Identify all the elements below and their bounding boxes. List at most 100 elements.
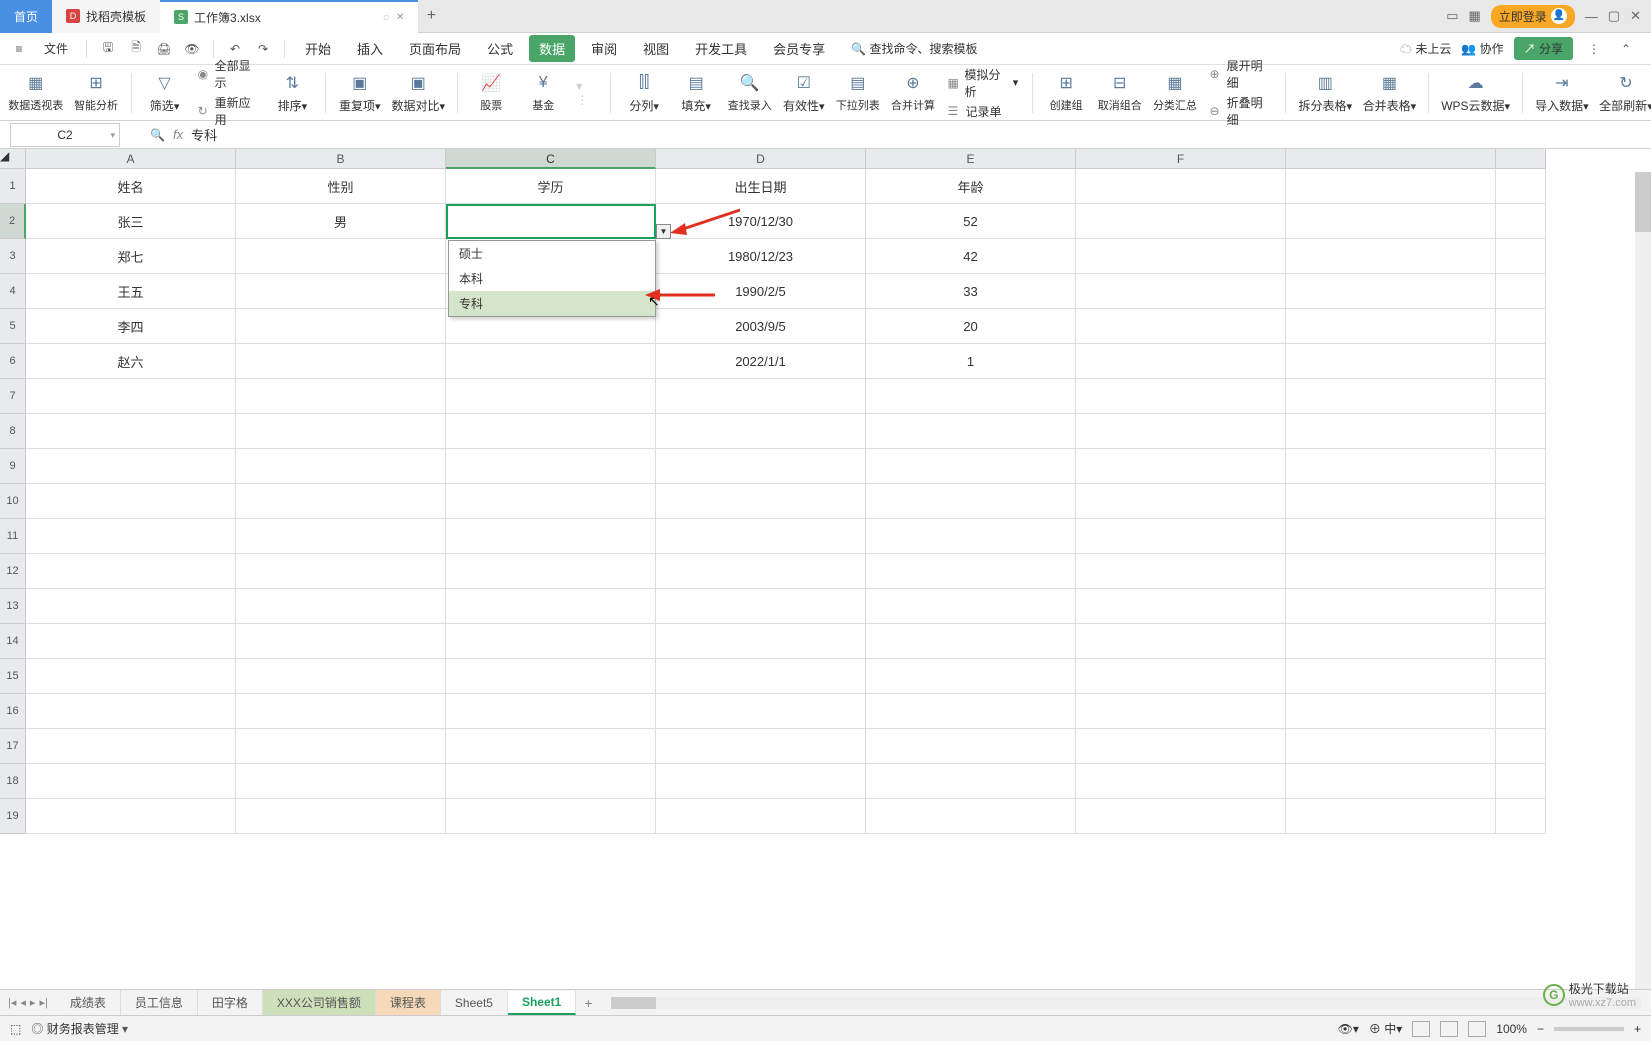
- row-header[interactable]: 15: [0, 659, 26, 694]
- sheet-nav-first[interactable]: |◂: [8, 996, 16, 1009]
- cell[interactable]: [1496, 659, 1546, 694]
- new-tab-button[interactable]: +: [418, 7, 444, 25]
- record-form-button[interactable]: ☰记录单: [948, 103, 1019, 120]
- cell[interactable]: 2003/9/5: [656, 309, 866, 344]
- cell[interactable]: [1286, 799, 1496, 834]
- cell[interactable]: [1496, 484, 1546, 519]
- fund-button[interactable]: ¥基金: [524, 72, 562, 113]
- row-header[interactable]: 12: [0, 554, 26, 589]
- cell[interactable]: [1076, 239, 1286, 274]
- cell[interactable]: [1076, 169, 1286, 204]
- cell[interactable]: [656, 764, 866, 799]
- merge-table-button[interactable]: ▦合并表格▾: [1364, 72, 1414, 114]
- col-header-A[interactable]: A: [26, 149, 236, 169]
- cell[interactable]: 33: [866, 274, 1076, 309]
- show-all-button[interactable]: ◉全部显示: [198, 57, 260, 91]
- col-header-F[interactable]: F: [1076, 149, 1286, 169]
- sheet-tab-active[interactable]: Sheet1: [508, 991, 576, 1015]
- cell[interactable]: [236, 484, 446, 519]
- cell[interactable]: 张三: [26, 204, 236, 239]
- cell[interactable]: [866, 554, 1076, 589]
- cell[interactable]: [1496, 344, 1546, 379]
- cell[interactable]: [656, 694, 866, 729]
- dropdown-option[interactable]: 硕士: [449, 241, 655, 266]
- menu-tab-insert[interactable]: 插入: [347, 35, 393, 62]
- cell[interactable]: [1286, 344, 1496, 379]
- reapply-button[interactable]: ↻重新应用: [198, 94, 260, 128]
- cell[interactable]: [1286, 169, 1496, 204]
- cell[interactable]: [26, 799, 236, 834]
- cell[interactable]: 1970/12/30: [656, 204, 866, 239]
- cell[interactable]: [1286, 309, 1496, 344]
- cell[interactable]: 1990/2/5: [656, 274, 866, 309]
- cell[interactable]: [446, 414, 656, 449]
- cell[interactable]: [26, 694, 236, 729]
- cell[interactable]: [446, 764, 656, 799]
- row-header[interactable]: 11: [0, 519, 26, 554]
- workbook-tab[interactable]: S 工作簿3.xlsx ○ ✕: [160, 0, 418, 33]
- row-header[interactable]: 19: [0, 799, 26, 834]
- cell[interactable]: 1: [866, 344, 1076, 379]
- data-compare-button[interactable]: ▣数据对比▾: [393, 72, 443, 114]
- cell[interactable]: [1496, 554, 1546, 589]
- cell[interactable]: [866, 414, 1076, 449]
- cell[interactable]: [236, 694, 446, 729]
- maximize-icon[interactable]: ▢: [1608, 8, 1620, 24]
- cell[interactable]: [1496, 414, 1546, 449]
- login-button[interactable]: 立即登录 👤: [1491, 5, 1575, 28]
- sheet-nav-last[interactable]: ▸|: [39, 996, 47, 1009]
- cell[interactable]: 2022/1/1: [656, 344, 866, 379]
- cell[interactable]: [236, 309, 446, 344]
- cell[interactable]: [236, 659, 446, 694]
- row-header[interactable]: 6: [0, 344, 26, 379]
- row-header[interactable]: 10: [0, 484, 26, 519]
- home-tab[interactable]: 首页: [0, 0, 52, 33]
- cell[interactable]: [866, 589, 1076, 624]
- cell[interactable]: [866, 799, 1076, 834]
- cell[interactable]: [866, 449, 1076, 484]
- cell[interactable]: [1496, 519, 1546, 554]
- cell[interactable]: 52: [866, 204, 1076, 239]
- cell[interactable]: [236, 239, 446, 274]
- row-header[interactable]: 14: [0, 624, 26, 659]
- command-search[interactable]: 🔍 查找命令、搜索模板: [851, 40, 977, 57]
- cloud-status[interactable]: ☁ 未上云: [1400, 40, 1451, 57]
- cell[interactable]: [1076, 764, 1286, 799]
- cell[interactable]: 郑七: [26, 239, 236, 274]
- cell[interactable]: [1496, 799, 1546, 834]
- cell[interactable]: [1286, 414, 1496, 449]
- cell[interactable]: [1286, 484, 1496, 519]
- cell[interactable]: [1286, 239, 1496, 274]
- cell[interactable]: [26, 764, 236, 799]
- cell[interactable]: [866, 379, 1076, 414]
- row-header[interactable]: 13: [0, 589, 26, 624]
- zoom-out-icon[interactable]: −: [1537, 1022, 1544, 1036]
- sheet-tab[interactable]: XXX公司销售额: [263, 990, 376, 1015]
- save-icon[interactable]: 🖫: [97, 38, 119, 60]
- cell[interactable]: [1286, 694, 1496, 729]
- cell[interactable]: 赵六: [26, 344, 236, 379]
- cell[interactable]: 出生日期: [656, 169, 866, 204]
- cell[interactable]: [656, 379, 866, 414]
- sheet-tab[interactable]: 员工信息: [121, 990, 198, 1015]
- view-page-icon[interactable]: [1440, 1021, 1458, 1037]
- cell[interactable]: [1076, 554, 1286, 589]
- zoom-value[interactable]: 100%: [1496, 1022, 1527, 1036]
- split-table-button[interactable]: ▥拆分表格▾: [1300, 72, 1350, 114]
- cell[interactable]: [446, 554, 656, 589]
- consolidate-button[interactable]: ⊕合并计算: [892, 72, 933, 113]
- subtotal-button[interactable]: ▦分类汇总: [1154, 72, 1195, 113]
- row-header[interactable]: 9: [0, 449, 26, 484]
- cell[interactable]: [446, 729, 656, 764]
- cell[interactable]: [1286, 624, 1496, 659]
- apps-icon[interactable]: ▦: [1468, 8, 1480, 24]
- sheet-nav-next[interactable]: ▸: [30, 996, 36, 1009]
- minimize-icon[interactable]: —: [1585, 9, 1598, 24]
- template-tab[interactable]: D 找稻壳模板: [52, 0, 160, 33]
- cell[interactable]: [236, 274, 446, 309]
- cell[interactable]: [866, 659, 1076, 694]
- sheet-tab[interactable]: 成绩表: [56, 990, 121, 1015]
- cell[interactable]: [446, 484, 656, 519]
- import-data-button[interactable]: ⇥导入数据▾: [1537, 72, 1587, 114]
- group-button[interactable]: ⊞创建组: [1047, 72, 1085, 113]
